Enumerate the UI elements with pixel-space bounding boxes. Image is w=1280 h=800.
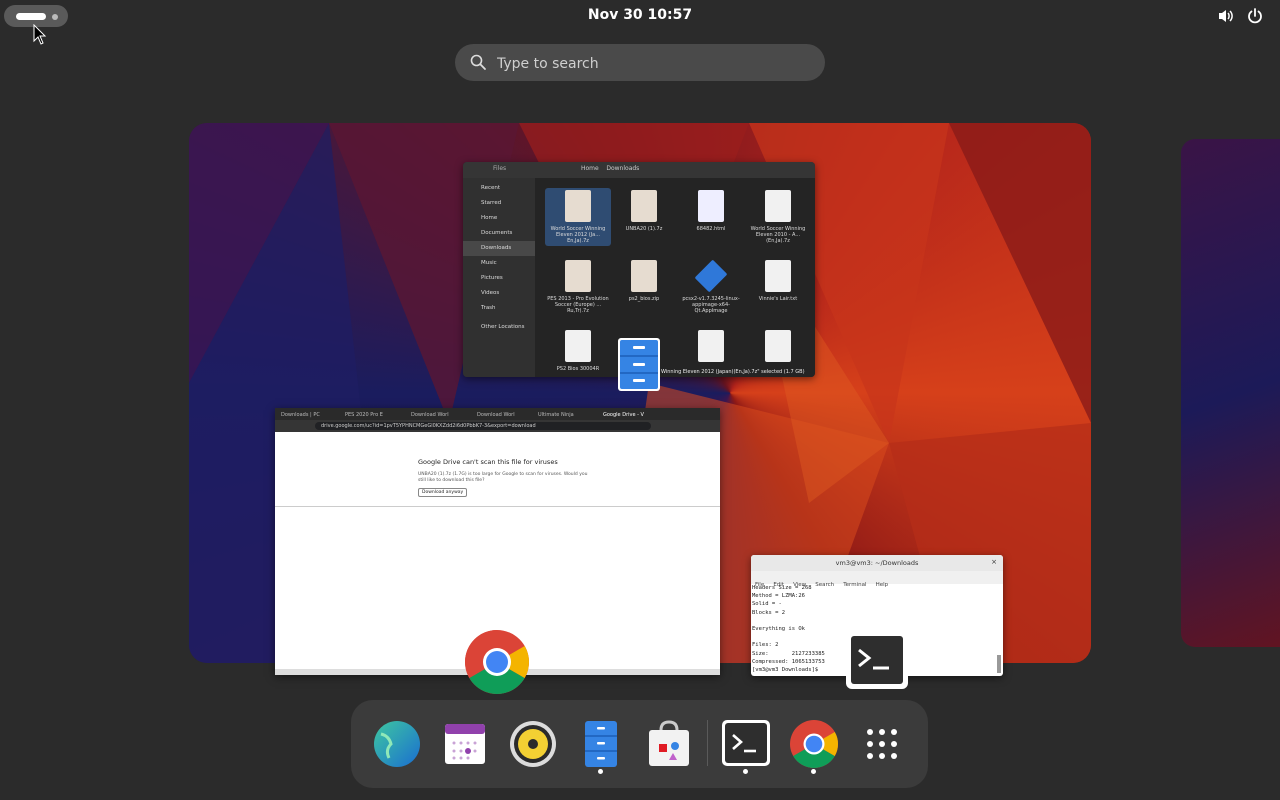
file-item[interactable]: ps2_bios.zip [611,260,677,302]
file-name: PS2 Bios 30004R [556,366,600,372]
browser-tab[interactable]: Download Worl [477,410,515,420]
text-file-icon [765,260,791,292]
file-name: World Soccer Winning Eleven 2012 (Ja... … [550,226,606,244]
file-name: Vinnie's Lair.txt [758,296,798,302]
sidebar-item-music[interactable]: Music [463,256,535,271]
archive-file-icon [631,260,657,292]
file-item[interactable]: PS2 Bios 30004R [545,330,611,372]
files-icon[interactable] [573,716,629,772]
terminal-app-icon [846,631,908,689]
terminal-titlebar: vm3@vm3: ~/Downloads × [751,555,1003,571]
file-item[interactable]: PES 2013 - Pro Evolution Soccer (Europe)… [545,260,611,314]
volume-icon[interactable] [1217,7,1235,25]
html-file-icon [698,190,724,222]
file-icon [565,330,591,362]
file-item[interactable]: World Soccer Winning Eleven 2010 - A... … [745,190,811,244]
files-app-icon [618,338,660,391]
terminal-scrollbar[interactable] [997,655,1001,673]
chrome-toolbar: drive.google.com/uc?id=1pvT5YPHNCMGeGl0K… [275,420,720,432]
terminal-icon[interactable] [718,716,774,772]
address-bar[interactable]: drive.google.com/uc?id=1pvT5YPHNCMGeGl0K… [315,422,651,430]
file-item[interactable]: World Soccer Winning Eleven 2012 (Ja... … [545,188,611,246]
files-title: Files [493,165,507,172]
file-item[interactable] [678,330,744,366]
file-item[interactable] [745,330,811,366]
file-icon [765,190,791,222]
calendar-icon[interactable] [437,716,493,772]
terminal-menubar: File Edit View Search Terminal Help [751,571,1003,588]
terminal-line: Blocks = 2 [752,609,786,616]
sidebar-item-pictures[interactable]: Pictures [463,271,535,286]
files-headerbar: Files Home Downloads [463,162,815,178]
path-home[interactable]: Home [581,165,599,172]
page-text: UNBA20 (1).7z (1.7G) is too large for Go… [418,472,588,483]
divider [275,506,720,507]
download-anyway-button[interactable]: Download anyway [418,488,468,497]
running-indicator [598,769,603,774]
dash-separator [707,720,708,766]
browser-tab[interactable]: PES 2020 Pro E [345,410,383,420]
google-chrome-icon[interactable] [786,716,842,772]
terminal-line: Method = LZMA:26 [752,593,805,600]
browser-tab[interactable]: Download Worl [411,410,449,420]
archive-file-icon [631,190,657,222]
file-item[interactable]: UNBA20 (1).7z [611,190,677,232]
search-input[interactable] [495,44,809,83]
file-name: PES 2013 - Pro Evolution Soccer (Europe)… [547,296,609,314]
file-name: 68482.html [696,226,726,232]
files-path-bar[interactable]: Home Downloads [581,165,639,172]
search-icon [470,54,486,70]
file-icon [698,330,724,362]
running-indicator [743,769,748,774]
search-bar[interactable] [455,44,825,83]
file-name: World Soccer Winning Eleven 2010 - A... … [750,226,806,244]
sidebar-item-downloads[interactable]: Downloads [463,241,535,256]
chrome-tabstrip: Downloads | PC PES 2020 Pro E Download W… [275,408,720,420]
file-item[interactable]: 68482.html [678,190,744,232]
archive-file-icon [565,260,591,292]
file-name: ps2_bios.zip [628,296,660,302]
terminal-line: Headers Size = 268 [752,585,812,591]
browser-tab-active[interactable]: Google Drive - V [603,410,644,420]
path-downloads[interactable]: Downloads [606,165,639,172]
file-icon [765,330,791,362]
appimage-file-icon [694,259,728,293]
power-icon[interactable] [1246,7,1264,25]
workspace-thumbnail-next[interactable] [1181,139,1280,647]
show-apps-icon[interactable] [854,716,910,772]
files-grid: World Soccer Winning Eleven 2012 (Ja... … [535,178,815,377]
file-item[interactable]: pcsx2-v1.7.3245-linux-appimage-x64-Qt.Ap… [678,259,744,314]
software-icon[interactable] [641,716,697,772]
file-item[interactable]: Vinnie's Lair.txt [745,260,811,302]
mouse-cursor-icon [33,24,47,45]
files-sidebar: Recent Starred Home Documents Downloads … [463,178,535,377]
terminal-line: Solid = - [752,601,782,608]
archive-file-icon [565,190,591,222]
close-icon[interactable]: × [991,558,997,566]
top-bar: Nov 30 10:57 [0,0,1280,32]
terminal-title: vm3@vm3: ~/Downloads [835,559,919,567]
sidebar-item-other-locations[interactable]: Other Locations [463,320,535,335]
sidebar-item-starred[interactable]: Starred [463,196,535,211]
page-heading: Google Drive can't scan this file for vi… [418,458,558,466]
rhythmbox-icon[interactable] [505,716,561,772]
running-indicator [811,769,816,774]
chrome-app-icon [465,630,529,694]
web-browser-icon[interactable] [369,716,425,772]
file-name: UNBA20 (1).7z [625,226,663,232]
sidebar-item-videos[interactable]: Videos [463,286,535,301]
sidebar-item-documents[interactable]: Documents [463,226,535,241]
browser-tab[interactable]: Ultimate Ninja [538,410,574,420]
files-status: Winning Eleven 2012 (Japan)(En,Ja).7z" s… [661,369,805,375]
browser-tab[interactable]: Downloads | PC [281,410,320,420]
sidebar-item-recent[interactable]: Recent [463,181,535,196]
sidebar-item-home[interactable]: Home [463,211,535,226]
file-name: pcsx2-v1.7.3245-linux-appimage-x64-Qt.Ap… [682,296,740,314]
clock[interactable]: Nov 30 10:57 [0,7,1280,23]
sidebar-item-trash[interactable]: Trash [463,301,535,316]
